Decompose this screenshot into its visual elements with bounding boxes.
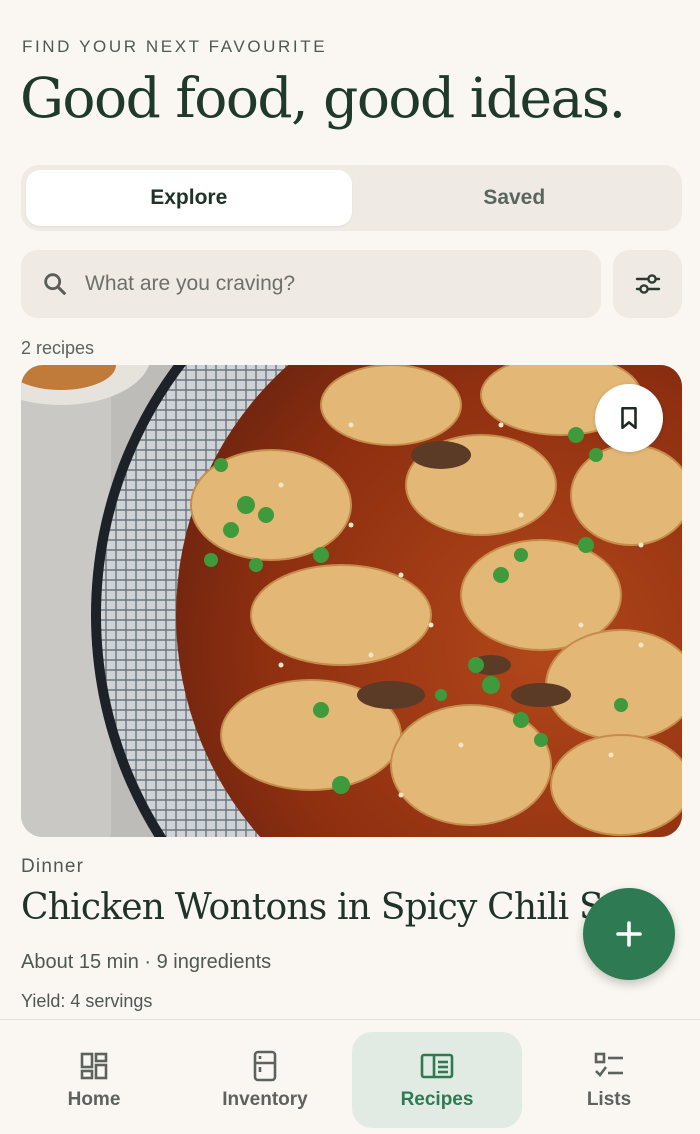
search-bar[interactable] xyxy=(21,250,601,318)
sliders-icon xyxy=(635,274,660,294)
fridge-icon xyxy=(253,1050,277,1082)
bookmark-button[interactable] xyxy=(595,384,663,452)
nav-home-label: Home xyxy=(67,1089,121,1110)
nav-inventory-label: Inventory xyxy=(222,1089,308,1110)
plus-icon xyxy=(616,921,642,947)
nav-lists-label: Lists xyxy=(586,1089,632,1110)
checklist-icon xyxy=(594,1052,623,1077)
page-title: Good food, good ideas. xyxy=(20,66,626,130)
dashboard-icon xyxy=(80,1052,108,1080)
search-input[interactable] xyxy=(83,271,567,297)
eyebrow-label: FIND YOUR NEXT FAVOURITE xyxy=(22,37,328,56)
bookmark-icon xyxy=(621,406,637,430)
nav-inventory[interactable]: Inventory xyxy=(180,1032,350,1128)
nav-recipes-label: Recipes xyxy=(400,1089,474,1110)
bottom-nav: Home Inventory Recipes Lists xyxy=(0,1019,700,1134)
nav-home[interactable]: Home xyxy=(9,1032,179,1128)
view-switcher: Explore Saved xyxy=(21,165,682,231)
tab-saved[interactable]: Saved xyxy=(352,170,678,226)
filter-button[interactable] xyxy=(613,250,682,318)
nav-recipes[interactable]: Recipes xyxy=(352,1032,522,1128)
tab-explore[interactable]: Explore xyxy=(26,170,352,226)
result-count: 2 recipes xyxy=(21,338,95,358)
add-recipe-button[interactable] xyxy=(583,888,675,980)
recipe-yield: Yield: 4 servings xyxy=(21,991,153,1011)
search-icon xyxy=(44,273,66,295)
recipe-image[interactable] xyxy=(21,365,682,837)
book-icon xyxy=(420,1053,454,1079)
nav-lists[interactable]: Lists xyxy=(524,1032,694,1128)
recipe-title[interactable]: Chicken Wontons in Spicy Chili Sauce xyxy=(21,887,621,928)
recipe-category: Dinner xyxy=(21,856,85,877)
recipe-meta: About 15 min · 9 ingredients xyxy=(21,951,272,973)
